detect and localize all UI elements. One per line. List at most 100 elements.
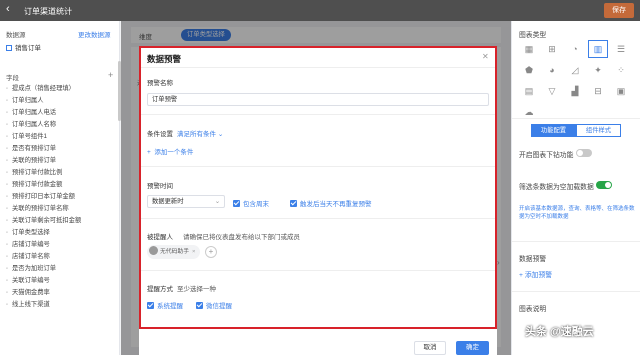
grid-icon[interactable]: ⊞ [542,40,562,58]
field-item[interactable]: ◦ 提成点（销售经理填） [6,83,118,95]
chevron-left-icon[interactable]: ‹ [6,3,10,15]
chevron-down-icon: ⌄ [217,131,224,138]
condition-label: 条件设置 [147,131,173,138]
remind-hint: 请确保已将仪表盘发布给以下部门或成员 [183,234,300,241]
field-item[interactable]: ◦ 天猫佣金费率 [6,287,118,299]
fields-label: 字段 [6,75,19,82]
watermark: 头条 @速融云 [525,326,594,338]
member-tag: 无代码助手 × [147,245,201,259]
funnel-icon[interactable]: ▽ [542,82,562,100]
field-label: 天猫佣金费率 [12,289,50,296]
field-label: 订单归属人电话 [12,109,57,116]
field-item[interactable]: ◦ 关联的预排订单 [6,155,118,167]
map-icon[interactable]: ⬟ [519,61,539,79]
field-item[interactable]: ◦ 关联的预排订单名称 [6,203,118,215]
field-item[interactable]: ◦ 线上线下渠道 [6,299,118,311]
datasource-name: 销售订单 [15,45,41,52]
field-label: 订单号组件1 [12,133,47,140]
field-item[interactable]: ◦ 预排打印日本订单金额 [6,191,118,203]
add-condition-link[interactable]: + 添加一个条件 [147,146,193,156]
add-warning-text: 添加预警 [524,272,553,279]
method-label: 提醒方式 [147,286,173,293]
data-warning-dialog: 数据预警 ✕ 预警名称 订单预警 条件设置 满足所有条件 ⌄ + 添加一个条件 … [139,46,497,355]
field-item[interactable]: ◦ 是否为加班订单 [6,263,118,275]
warning-name-input[interactable]: 订单预警 [147,93,489,106]
field-label: 店铺订单名称 [12,253,50,260]
method-hint: 至少选择一种 [177,286,216,293]
field-item[interactable]: ◦ 订单归属人电话 [6,107,118,119]
close-icon[interactable]: ✕ [482,52,489,61]
field-item[interactable]: ◦ 订单类型选择 [6,227,118,239]
area-chart-icon[interactable]: ▟ [565,82,585,100]
field-item[interactable]: ◦ 关联订单剩余可抵扣金额 [6,215,118,227]
remove-icon[interactable]: × [192,249,195,255]
field-label: 关联订单编号 [12,277,50,284]
drill-down-toggle[interactable] [576,149,592,157]
tab-function[interactable]: 功能配置 [531,124,576,137]
field-label: 是否为加班订单 [12,265,57,272]
confirm-button[interactable]: 确定 [456,341,489,355]
field-item[interactable]: ◦ 关联订单编号 [6,275,118,287]
line-chart-icon[interactable]: ◿ [565,61,585,79]
tab-style[interactable]: 组件样式 [576,124,621,137]
config-tabs: 功能配置 组件样式 [531,124,621,137]
datasource-item[interactable]: 销售订单 [6,42,41,52]
right-panel: 图表类型 ▦ ⊞ ◔ ▥ ☰ ⬟ ◕ ◿ ✦ ⁘ ▤ ▽ ▟ ⊟ ▣ ☁ 功能配… [511,21,640,355]
bar-chart-icon[interactable]: ▥ [588,40,608,58]
field-item[interactable]: ◦ 预排订单付款比例 [6,167,118,179]
remind-label: 被提醒人 [147,234,173,241]
filter-null-toggle[interactable] [596,181,612,189]
field-item[interactable]: ◦ 订单归属人 [6,95,118,107]
field-item[interactable]: ◦ 店铺订单名称 [6,251,118,263]
field-item[interactable]: ◦ 店铺订单编号 [6,239,118,251]
plus-icon[interactable]: + [108,70,113,80]
include-weekend-label: 包含周末 [243,201,269,208]
cancel-button[interactable]: 取消 [414,341,446,355]
form-icon [6,45,12,51]
checkbox-icon [196,302,203,309]
field-label: 线上线下渠道 [12,301,50,308]
warning-name-label: 预警名称 [147,80,173,87]
add-member-button[interactable]: + [205,246,217,258]
scatter-icon[interactable]: ⁘ [611,61,631,79]
include-weekend-checkbox[interactable]: 包含周末 [233,198,269,208]
divider [141,218,495,219]
field-label: 订单归属人 [12,97,44,104]
field-label: 关联的预排订单名称 [12,205,69,212]
system-remind-checkbox[interactable]: 系统提醒 [147,300,183,310]
wechat-remind-checkbox[interactable]: 微信提醒 [196,300,232,310]
pivot-icon[interactable]: ⊟ [588,82,608,100]
radar-icon[interactable]: ✦ [588,61,608,79]
field-label: 关联订单剩余可抵扣金额 [12,217,82,224]
field-label: 预排打印日本订单金额 [12,193,75,200]
system-remind-label: 系统提醒 [157,303,183,310]
table-icon[interactable]: ▦ [519,40,539,58]
divider [512,241,640,242]
change-datasource-link[interactable]: 更改数据源 [78,29,111,39]
checkbox-icon [233,200,240,207]
save-button[interactable]: 保存 [604,3,634,18]
field-label: 订单类型选择 [12,229,50,236]
gauge-icon[interactable]: ◔ [565,40,585,58]
add-warning-link[interactable]: + 添加预警 [519,269,552,279]
filter-null-label: 筛选条数据为空加载数据 [519,184,594,191]
left-panel: 数据源 更改数据源 销售订单 字段 + ◦ 提成点（销售经理填） ◦ 订单归属人 ◦ 订单… [0,21,121,355]
condition-mode-select[interactable]: 满足所有条件 ⌄ [177,128,223,138]
card-icon[interactable]: ▣ [611,82,631,100]
drill-down-label: 开启图表下钻功能 [519,152,574,159]
field-list: ◦ 提成点（销售经理填） ◦ 订单归属人 ◦ 订单归属人电话 ◦ 订单归属人名称 ◦ 订单号组件1… [6,83,118,311]
field-item[interactable]: ◦ 订单号组件1 [6,131,118,143]
treemap-icon[interactable]: ▤ [519,82,539,100]
time-label: 预警时间 [147,183,173,190]
no-repeat-checkbox[interactable]: 触发后当天不再重复预警 [290,198,372,208]
pie-chart-icon[interactable]: ◕ [542,61,562,79]
column-chart-icon[interactable]: ☰ [611,40,631,58]
field-item[interactable]: ◦ 订单归属人名称 [6,119,118,131]
divider [141,114,495,115]
time-select[interactable]: 数据更新时 ⌄ [147,195,225,208]
divider [512,291,640,292]
data-warning-label: 数据预警 [519,256,547,263]
field-item[interactable]: ◦ 是否有预排订单 [6,143,118,155]
condition-mode-text: 满足所有条件 [177,131,216,138]
field-item[interactable]: ◦ 预排订单付款金额 [6,179,118,191]
